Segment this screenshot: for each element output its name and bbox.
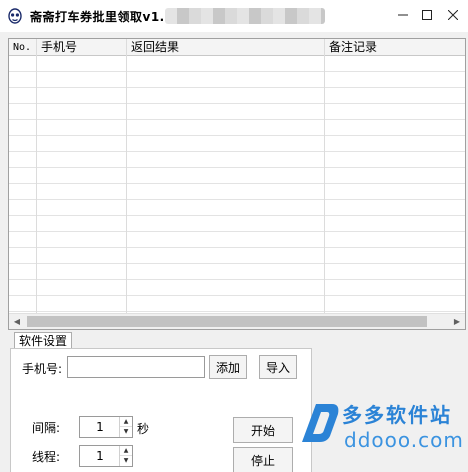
interval-unit: 秒 (137, 422, 150, 436)
scroll-right-icon[interactable]: ▶ (449, 314, 465, 329)
spin-down-icon[interactable]: ▼ (120, 456, 132, 466)
spinner-buttons: ▲ ▼ (119, 446, 132, 466)
interval-value[interactable]: 1 (80, 417, 120, 437)
title-bar: 斋斋打车券批里领取v1.0 (0, 0, 468, 32)
watermark-text-en: ddooo.com (344, 428, 464, 452)
spinner-buttons: ▲ ▼ (119, 417, 132, 437)
stop-button[interactable]: 停止 (233, 447, 293, 472)
interval-spinner[interactable]: 1 ▲ ▼ (79, 416, 133, 438)
ddooo-logo-icon (302, 404, 339, 442)
threads-label: 线程: (32, 450, 61, 464)
add-button[interactable]: 添加 (209, 355, 247, 379)
results-table[interactable]: No. 手机号 返回结果 备注记录 ◀ ▶ (8, 38, 466, 330)
minimize-icon (398, 14, 408, 16)
spin-down-icon[interactable]: ▼ (120, 427, 132, 437)
window-title: 斋斋打车券批里领取v1.0 (30, 10, 174, 24)
import-button[interactable]: 导入 (259, 355, 297, 379)
redacted-area (165, 8, 325, 24)
spin-up-icon[interactable]: ▲ (120, 417, 132, 427)
threads-value[interactable]: 1 (80, 446, 120, 466)
horizontal-scrollbar[interactable]: ◀ ▶ (9, 313, 465, 329)
column-header-no[interactable]: No. (9, 39, 31, 56)
phone-label: 手机号: (22, 362, 63, 376)
close-button[interactable] (438, 0, 468, 30)
site-watermark: 多多软件站 ddooo.com (290, 390, 468, 472)
scroll-left-icon[interactable]: ◀ (9, 314, 25, 329)
phone-input[interactable] (67, 356, 205, 378)
interval-label: 间隔: (32, 421, 61, 435)
table-body[interactable] (9, 56, 465, 315)
maximize-icon (422, 10, 432, 20)
threads-spinner[interactable]: 1 ▲ ▼ (79, 445, 133, 467)
table-header: No. 手机号 返回结果 备注记录 (9, 39, 465, 56)
scrollbar-thumb[interactable] (27, 316, 427, 327)
panda-app-icon (8, 8, 22, 24)
column-header-notes[interactable]: 备注记录 (324, 39, 377, 56)
column-divider (36, 39, 37, 313)
column-header-phone[interactable]: 手机号 (36, 39, 77, 56)
start-button[interactable]: 开始 (233, 417, 293, 443)
column-header-result[interactable]: 返回结果 (126, 39, 179, 56)
close-icon (448, 10, 458, 20)
watermark-text-cn: 多多软件站 (342, 403, 452, 427)
column-divider (126, 39, 127, 313)
tab-software-settings[interactable]: 软件设置 (14, 332, 72, 349)
settings-panel: 手机号: 添加 导入 间隔: 1 ▲ ▼ 秒 线程: 1 ▲ ▼ 开始 停止 (10, 348, 312, 472)
column-divider (324, 39, 325, 313)
spin-up-icon[interactable]: ▲ (120, 446, 132, 456)
